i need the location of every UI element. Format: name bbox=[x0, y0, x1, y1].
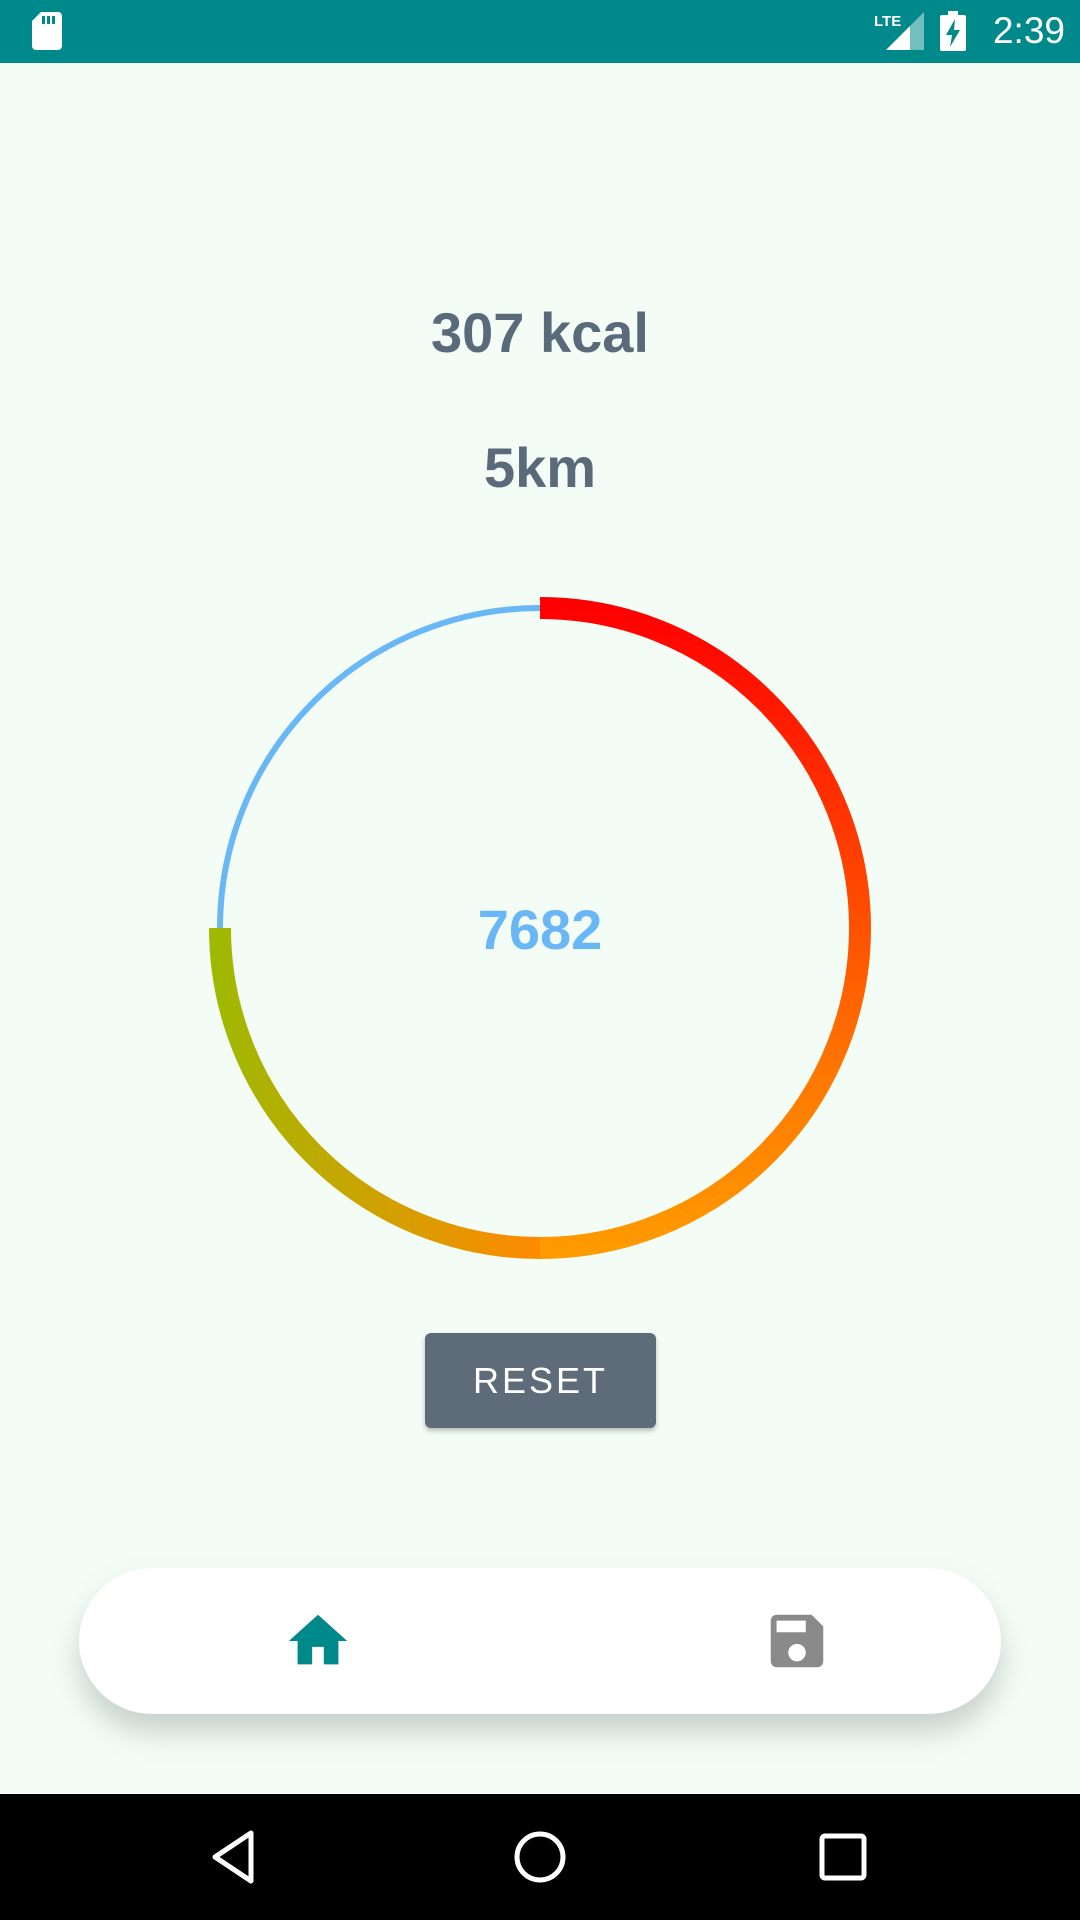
sd-card-icon bbox=[32, 12, 62, 50]
step-count: 7682 bbox=[477, 898, 603, 961]
back-icon[interactable] bbox=[207, 1827, 267, 1887]
reset-button[interactable]: RESET bbox=[425, 1333, 656, 1428]
home-circle-icon[interactable] bbox=[510, 1827, 570, 1887]
lte-label: LTE bbox=[874, 13, 901, 30]
ring-progress-arc-tail bbox=[209, 927, 541, 1259]
app-screen: LTE 2:39 307 kcal 5km 7682 RESET bbox=[0, 0, 1080, 1920]
calories-label: 307 kcal bbox=[431, 301, 649, 364]
nav-home[interactable] bbox=[79, 1568, 540, 1714]
bottom-navigation bbox=[79, 1568, 1001, 1714]
distance-label: 5km bbox=[483, 436, 597, 499]
lte-signal-icon: LTE bbox=[874, 12, 924, 50]
recents-icon[interactable] bbox=[813, 1827, 873, 1887]
save-icon bbox=[770, 1614, 824, 1668]
nav-save[interactable] bbox=[540, 1568, 1001, 1714]
status-time: 2:39 bbox=[992, 10, 1065, 51]
status-bar: LTE 2:39 bbox=[0, 0, 1080, 63]
battery-charging-icon bbox=[940, 11, 966, 51]
home-icon bbox=[288, 1614, 348, 1665]
system-navigation-bar bbox=[0, 1794, 1080, 1920]
